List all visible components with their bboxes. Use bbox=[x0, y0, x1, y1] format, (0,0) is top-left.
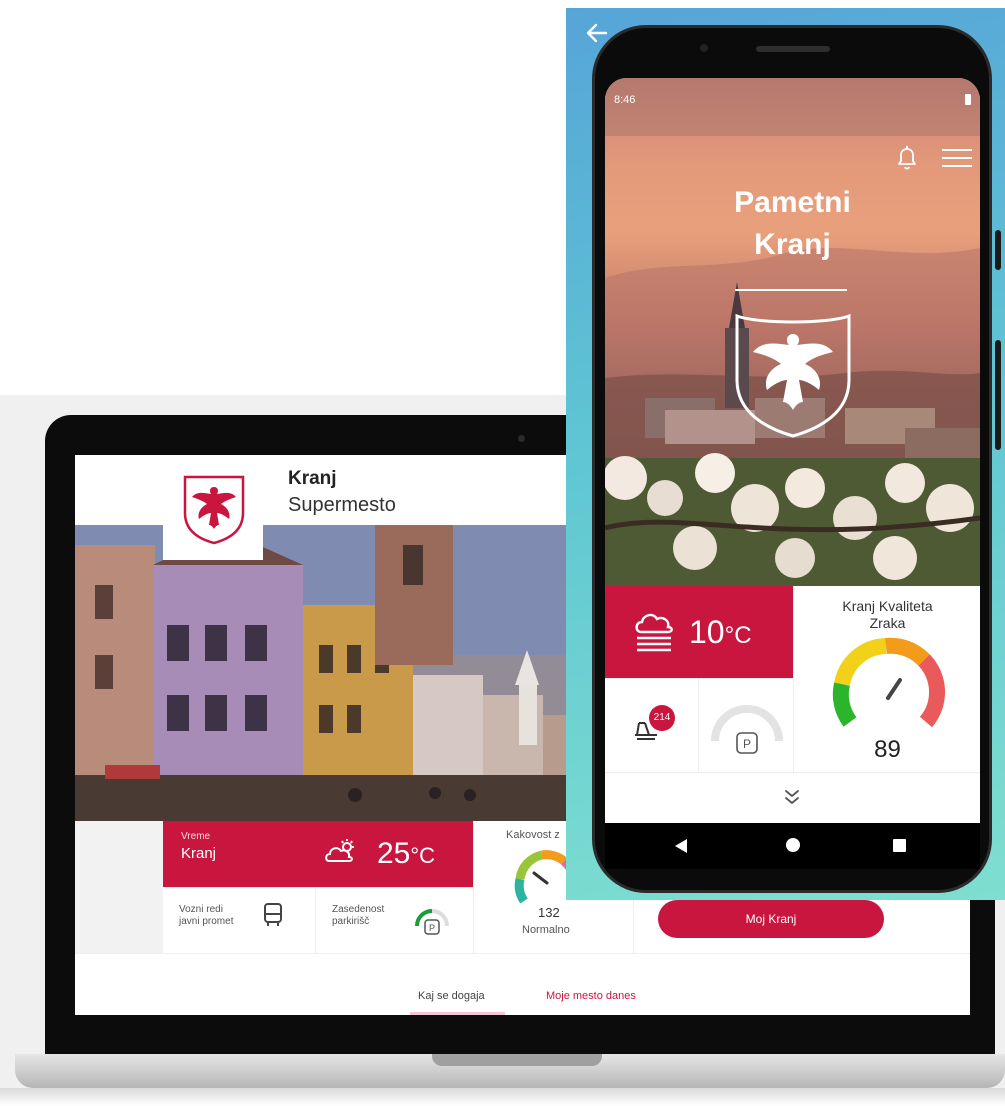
phone-air-quality-value: 89 bbox=[874, 736, 901, 763]
phone-power-button bbox=[995, 230, 1001, 270]
phone-weather-tile[interactable]: 10°C bbox=[605, 586, 793, 678]
expand-bar[interactable] bbox=[605, 772, 980, 823]
parking-icon: P bbox=[711, 705, 783, 754]
parking-tile[interactable]: Zasedenost parkirišč P bbox=[315, 887, 474, 954]
laptop-notch bbox=[432, 1054, 602, 1066]
app-title-line2: Kranj bbox=[754, 228, 831, 261]
laptop-camera bbox=[518, 435, 525, 442]
left-grey-panel bbox=[75, 821, 163, 953]
air-quality-title: Kakovost z bbox=[506, 829, 560, 841]
phone-air-quality-title-line1: Kranj Kvaliteta bbox=[842, 598, 933, 614]
weather-temp-value: 25 bbox=[376, 837, 411, 870]
air-quality-value: 132 bbox=[538, 905, 560, 920]
crest-icon bbox=[735, 313, 851, 438]
weather-temp: 25°C bbox=[377, 837, 435, 871]
nav-recent-icon[interactable] bbox=[893, 839, 906, 852]
parking-symbol: P bbox=[429, 923, 435, 933]
phone-weather-temp: 10°C bbox=[689, 614, 752, 651]
weather-temp-unit: °C bbox=[410, 843, 435, 868]
phone-camera bbox=[700, 44, 708, 52]
phone-speaker bbox=[756, 46, 830, 52]
battery-icon bbox=[965, 94, 971, 105]
phone-parking-tile[interactable]: P bbox=[699, 678, 793, 772]
cloud-sun-icon bbox=[325, 839, 354, 862]
moj-kranj-button[interactable]: Moj Kranj bbox=[658, 900, 884, 938]
phone-air-quality-title-line2: Zraka bbox=[869, 615, 906, 631]
phone-weather-temp-unit: °C bbox=[724, 622, 752, 649]
crest-icon[interactable] bbox=[179, 473, 249, 545]
app-title-line1: Pametni bbox=[734, 186, 851, 219]
status-time: 8:46 bbox=[614, 94, 636, 106]
weather-tile[interactable]: Vreme Kranj 25°C bbox=[163, 821, 473, 887]
laptop-shadow bbox=[0, 1088, 1005, 1106]
site-subtitle: Supermesto bbox=[288, 494, 396, 516]
android-nav-bar bbox=[605, 823, 980, 869]
nav-back-icon[interactable] bbox=[675, 839, 687, 853]
bell-icon[interactable] bbox=[895, 144, 919, 172]
parking-line2: parkirišč bbox=[332, 916, 370, 927]
phone-air-quality-title: Kranj Kvaliteta Zraka bbox=[794, 598, 980, 632]
weather-label: Vreme bbox=[181, 831, 211, 842]
parking-icon: P bbox=[415, 909, 449, 935]
bottom-nav: Kaj se dogaja Moje mesto danes bbox=[75, 953, 970, 1015]
menu-icon[interactable] bbox=[942, 148, 972, 168]
site-title: Kranj bbox=[288, 468, 337, 489]
parking-line1: Zasedenost bbox=[332, 904, 385, 915]
phone-weather-temp-value: 10 bbox=[689, 614, 725, 650]
phone-air-quality-tile[interactable]: Kranj Kvaliteta Zraka 89 bbox=[793, 586, 980, 772]
air-quality-status: Normalno bbox=[522, 924, 570, 936]
phone-hero: 8:46 Pametni Kranj bbox=[605, 78, 980, 586]
phone-volume-button bbox=[995, 340, 1001, 450]
tab-underline bbox=[410, 1012, 505, 1015]
phone-transit-tile[interactable]: 214 bbox=[605, 678, 699, 772]
transit-line1: Vozni redi bbox=[179, 904, 223, 915]
phone-parking-symbol: P bbox=[743, 737, 751, 751]
bus-icon bbox=[264, 903, 282, 926]
fog-cloud-icon bbox=[635, 613, 673, 652]
transit-badge: 214 bbox=[649, 705, 675, 731]
tab-moje-mesto-danes[interactable]: Moje mesto danes bbox=[546, 990, 636, 1002]
gauge-icon bbox=[832, 637, 946, 728]
phone-screen: 8:46 Pametni Kranj 10°C Kranj Kvaliteta … bbox=[605, 78, 980, 823]
nav-home-icon[interactable] bbox=[786, 838, 800, 852]
weather-city: Kranj bbox=[181, 845, 217, 862]
chevron-double-down-icon[interactable] bbox=[781, 787, 803, 807]
title-divider bbox=[735, 289, 847, 291]
transit-text: Vozni redi javni promet bbox=[179, 904, 233, 928]
transit-line2: javni promet bbox=[179, 916, 234, 927]
parking-text: Zasedenost parkirišč bbox=[332, 904, 384, 928]
status-bar bbox=[605, 78, 980, 136]
tab-kaj-se-dogaja[interactable]: Kaj se dogaja bbox=[418, 990, 485, 1002]
transit-tile[interactable]: Vozni redi javni promet bbox=[163, 887, 315, 954]
